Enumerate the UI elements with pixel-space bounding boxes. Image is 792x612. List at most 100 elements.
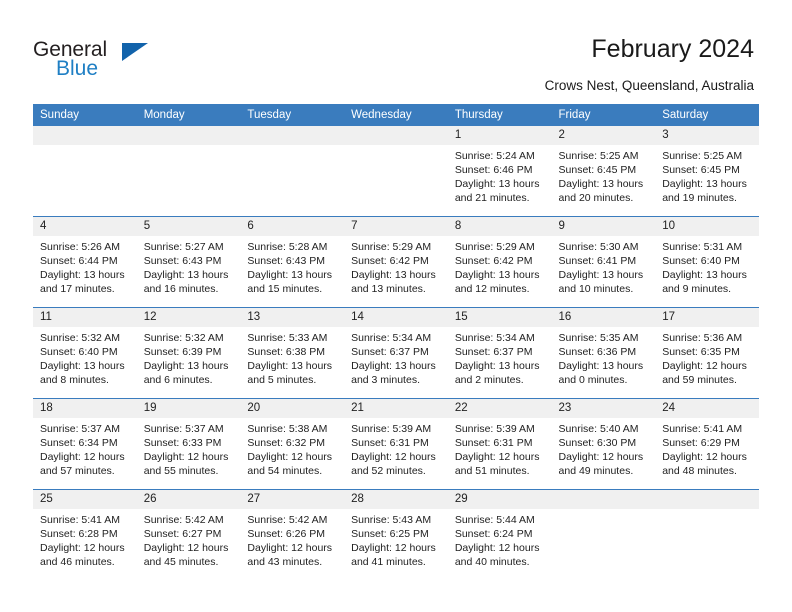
day-cell[interactable]: 6 Sunrise: 5:28 AM Sunset: 6:43 PM Dayli… — [240, 216, 345, 308]
day-cell[interactable]: 10 Sunrise: 5:31 AM Sunset: 6:40 PM Dayl… — [655, 216, 759, 308]
daylight-text-line2: and 49 minutes. — [558, 465, 634, 478]
daylight-text-line1: Daylight: 12 hours — [247, 451, 333, 464]
sunrise-text: Sunrise: 5:32 AM — [143, 332, 224, 344]
location-subtitle: Crows Nest, Queensland, Australia — [544, 78, 754, 93]
sunrise-text: Sunrise: 5:38 AM — [247, 423, 328, 435]
day-cell[interactable]: 23 Sunrise: 5:40 AM Sunset: 6:30 PM Dayl… — [551, 398, 656, 490]
day-cell[interactable]: 25 Sunrise: 5:41 AM Sunset: 6:28 PM Dayl… — [33, 489, 137, 580]
day-cell[interactable]: 8 Sunrise: 5:29 AM Sunset: 6:42 PM Dayli… — [447, 216, 552, 308]
sunset-text: Sunset: 6:42 PM — [454, 255, 533, 268]
page-header: General Blue February 2024 Crows Nest, Q… — [0, 0, 792, 104]
day-number: 17 — [655, 308, 759, 327]
day-cell[interactable]: 21 Sunrise: 5:39 AM Sunset: 6:31 PM Dayl… — [344, 398, 448, 490]
daylight-text-line1: Daylight: 13 hours — [662, 269, 747, 282]
day-cell[interactable]: 18 Sunrise: 5:37 AM Sunset: 6:34 PM Dayl… — [33, 398, 137, 490]
sunrise-text: Sunrise: 5:26 AM — [40, 241, 120, 253]
day-details: Sunrise: 5:39 AM Sunset: 6:31 PM Dayligh… — [448, 418, 552, 478]
sunset-text: Sunset: 6:43 PM — [143, 255, 222, 268]
day-number: 14 — [344, 308, 448, 327]
day-cell[interactable]: 12 Sunrise: 5:32 AM Sunset: 6:39 PM Dayl… — [136, 307, 241, 399]
day-number: 19 — [136, 399, 241, 418]
day-cell[interactable]: 15 Sunrise: 5:34 AM Sunset: 6:37 PM Dayl… — [447, 307, 552, 399]
day-cell[interactable]: 16 Sunrise: 5:35 AM Sunset: 6:36 PM Dayl… — [551, 307, 656, 399]
day-cell[interactable]: 13 Sunrise: 5:33 AM Sunset: 6:38 PM Dayl… — [240, 307, 345, 399]
sunset-text: Sunset: 6:38 PM — [247, 346, 326, 359]
day-cell — [655, 489, 759, 580]
daylight-text-line1: Daylight: 13 hours — [40, 269, 125, 282]
day-details: Sunrise: 5:34 AM Sunset: 6:37 PM Dayligh… — [344, 327, 448, 387]
day-cell[interactable]: 20 Sunrise: 5:38 AM Sunset: 6:32 PM Dayl… — [240, 398, 345, 490]
daylight-text-line1: Daylight: 13 hours — [143, 360, 229, 373]
weekday-header-wednesday: Wednesday — [344, 104, 448, 126]
day-number: 2 — [551, 126, 656, 145]
day-cell[interactable]: 27 Sunrise: 5:42 AM Sunset: 6:26 PM Dayl… — [240, 489, 345, 580]
daylight-text-line1: Daylight: 12 hours — [247, 542, 333, 555]
day-number: 15 — [447, 308, 552, 327]
day-cell[interactable]: 26 Sunrise: 5:42 AM Sunset: 6:27 PM Dayl… — [136, 489, 241, 580]
daylight-text-line1: Daylight: 13 hours — [454, 269, 540, 282]
day-cell[interactable]: 17 Sunrise: 5:36 AM Sunset: 6:35 PM Dayl… — [655, 307, 759, 399]
calendar-week-row: 18 Sunrise: 5:37 AM Sunset: 6:34 PM Dayl… — [33, 398, 759, 490]
calendar-week-row: 11 Sunrise: 5:32 AM Sunset: 6:40 PM Dayl… — [33, 307, 759, 399]
sunrise-text: Sunrise: 5:41 AM — [40, 514, 120, 526]
sunset-text: Sunset: 6:35 PM — [662, 346, 740, 359]
sunrise-text: Sunrise: 5:28 AM — [247, 241, 328, 253]
day-cell[interactable]: 22 Sunrise: 5:39 AM Sunset: 6:31 PM Dayl… — [447, 398, 552, 490]
day-number: 4 — [33, 217, 137, 236]
day-number: 13 — [240, 308, 345, 327]
daylight-text-line2: and 59 minutes. — [662, 374, 737, 387]
sunset-text: Sunset: 6:33 PM — [143, 437, 222, 450]
daylight-text-line2: and 45 minutes. — [143, 556, 219, 569]
day-cell[interactable]: 2 Sunrise: 5:25 AM Sunset: 6:45 PM Dayli… — [551, 126, 656, 217]
sunset-text: Sunset: 6:40 PM — [662, 255, 740, 268]
daylight-text-line2: and 0 minutes. — [558, 374, 628, 387]
daylight-text-line1: Daylight: 12 hours — [40, 451, 125, 464]
day-number — [655, 490, 759, 509]
sunset-text: Sunset: 6:32 PM — [247, 437, 326, 450]
daylight-text-line1: Daylight: 12 hours — [454, 451, 540, 464]
sunrise-text: Sunrise: 5:44 AM — [454, 514, 535, 526]
day-cell[interactable]: 9 Sunrise: 5:30 AM Sunset: 6:41 PM Dayli… — [551, 216, 656, 308]
calendar-week-row: 1 Sunrise: 5:24 AM Sunset: 6:46 PM Dayli… — [33, 126, 759, 217]
sunrise-text: Sunrise: 5:41 AM — [662, 423, 743, 435]
sunset-text: Sunset: 6:39 PM — [143, 346, 222, 359]
day-details: Sunrise: 5:30 AM Sunset: 6:41 PM Dayligh… — [552, 236, 656, 296]
day-cell[interactable]: 7 Sunrise: 5:29 AM Sunset: 6:42 PM Dayli… — [344, 216, 448, 308]
day-cell[interactable]: 5 Sunrise: 5:27 AM Sunset: 6:43 PM Dayli… — [136, 216, 241, 308]
day-details: Sunrise: 5:41 AM Sunset: 6:29 PM Dayligh… — [655, 418, 759, 478]
day-cell — [344, 126, 448, 217]
day-cell[interactable]: 24 Sunrise: 5:41 AM Sunset: 6:29 PM Dayl… — [655, 398, 759, 490]
day-cell[interactable]: 3 Sunrise: 5:25 AM Sunset: 6:45 PM Dayli… — [655, 126, 759, 217]
day-cell[interactable]: 14 Sunrise: 5:34 AM Sunset: 6:37 PM Dayl… — [344, 307, 448, 399]
day-details: Sunrise: 5:31 AM Sunset: 6:40 PM Dayligh… — [655, 236, 759, 296]
day-cell[interactable]: 1 Sunrise: 5:24 AM Sunset: 6:46 PM Dayli… — [447, 126, 552, 217]
daylight-text-line2: and 51 minutes. — [454, 465, 530, 478]
day-cell[interactable]: 4 Sunrise: 5:26 AM Sunset: 6:44 PM Dayli… — [33, 216, 137, 308]
daylight-text-line2: and 57 minutes. — [40, 465, 115, 478]
day-cell[interactable]: 28 Sunrise: 5:43 AM Sunset: 6:25 PM Dayl… — [344, 489, 448, 580]
sunset-text: Sunset: 6:44 PM — [40, 255, 118, 268]
sunset-text: Sunset: 6:31 PM — [351, 437, 429, 450]
day-cell[interactable]: 19 Sunrise: 5:37 AM Sunset: 6:33 PM Dayl… — [136, 398, 241, 490]
sunrise-text: Sunrise: 5:39 AM — [454, 423, 535, 435]
day-details: Sunrise: 5:27 AM Sunset: 6:43 PM Dayligh… — [137, 236, 241, 296]
day-cell[interactable]: 11 Sunrise: 5:32 AM Sunset: 6:40 PM Dayl… — [33, 307, 137, 399]
day-details: Sunrise: 5:35 AM Sunset: 6:36 PM Dayligh… — [552, 327, 656, 387]
day-cell[interactable]: 29 Sunrise: 5:44 AM Sunset: 6:24 PM Dayl… — [447, 489, 552, 580]
daylight-text-line2: and 55 minutes. — [143, 465, 219, 478]
day-details: Sunrise: 5:36 AM Sunset: 6:35 PM Dayligh… — [655, 327, 759, 387]
daylight-text-line2: and 3 minutes. — [351, 374, 420, 387]
general-blue-logo: General Blue — [33, 38, 193, 86]
day-details: Sunrise: 5:37 AM Sunset: 6:33 PM Dayligh… — [137, 418, 241, 478]
daylight-text-line1: Daylight: 12 hours — [351, 451, 436, 464]
sunset-text: Sunset: 6:43 PM — [247, 255, 326, 268]
day-number: 16 — [551, 308, 656, 327]
daylight-text-line1: Daylight: 13 hours — [247, 269, 333, 282]
daylight-text-line1: Daylight: 13 hours — [351, 360, 436, 373]
sunset-text: Sunset: 6:24 PM — [454, 528, 533, 541]
weekday-header-sunday: Sunday — [33, 104, 137, 126]
day-details: Sunrise: 5:39 AM Sunset: 6:31 PM Dayligh… — [344, 418, 448, 478]
daylight-text-line2: and 10 minutes. — [558, 283, 634, 296]
daylight-text-line2: and 9 minutes. — [662, 283, 732, 296]
day-number: 27 — [240, 490, 345, 509]
